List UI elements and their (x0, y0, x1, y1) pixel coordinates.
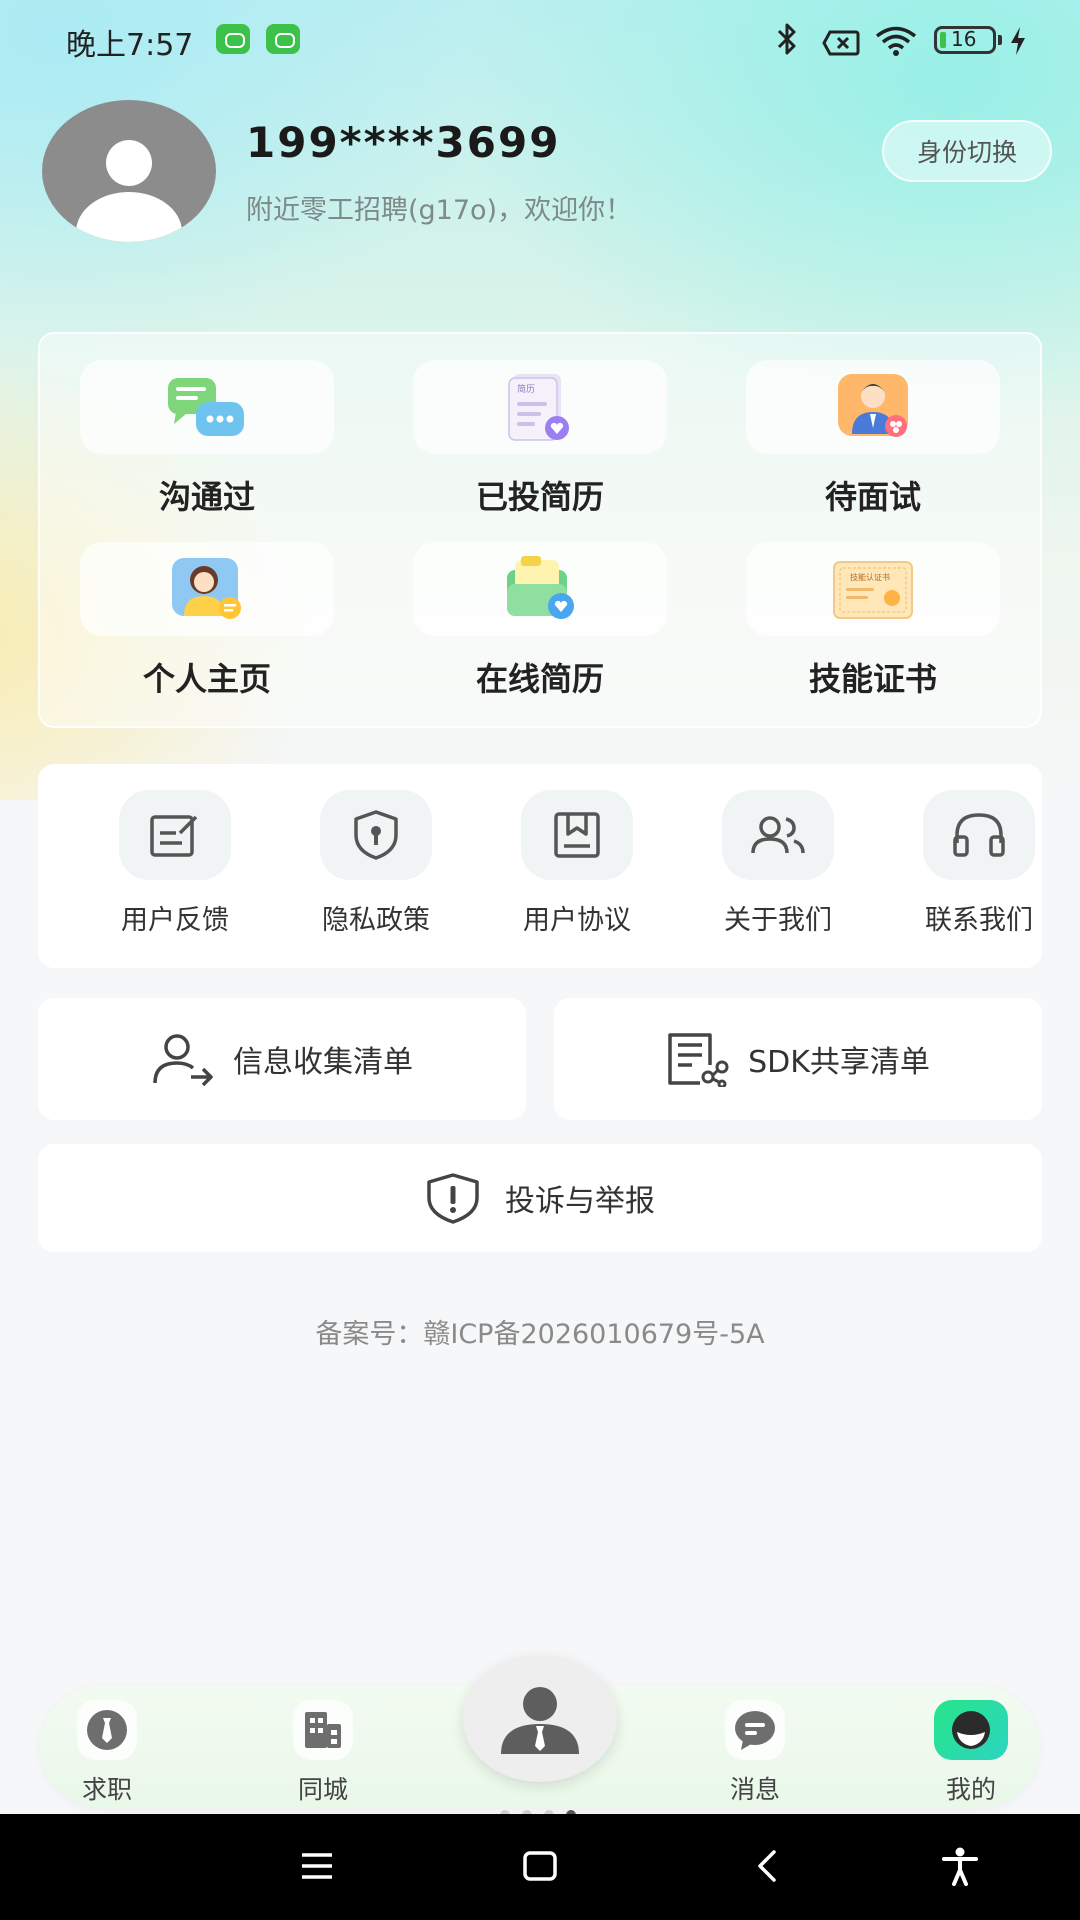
identity-switch-button[interactable]: 身份切换 (882, 120, 1052, 182)
resume-sent-icon: 简历 (508, 374, 569, 441)
settings-links-card: 用户反馈 隐私政策 用户协议 关于我们 联系我们 (38, 764, 1042, 968)
profile-person-icon (172, 558, 241, 619)
username: 199****3699 (246, 118, 561, 167)
tab-label: 求职 (81, 1775, 132, 1804)
quick-label: 个人主页 (142, 660, 271, 698)
agreement-icon (554, 812, 600, 858)
link-contact-us[interactable]: 联系我们 (894, 790, 1064, 937)
status-bar: 晚上7:57 16 (0, 0, 1080, 80)
tab-messages[interactable]: 消息 (700, 1700, 810, 1806)
link-feedback[interactable]: 用户反馈 (90, 790, 260, 937)
complaint-report-button[interactable]: 投诉与举报 (38, 1144, 1042, 1252)
avatar[interactable] (42, 100, 216, 242)
sim-off-icon (822, 30, 860, 56)
center-profile-button[interactable] (463, 1656, 617, 1782)
feedback-icon (150, 815, 198, 857)
menu-icon[interactable] (300, 1852, 334, 1880)
system-nav-bar (0, 1814, 1080, 1920)
complaint-label: 投诉与举报 (505, 1184, 655, 1219)
info-collection-label: 信息收集清单 (233, 1045, 413, 1080)
welcome-text: 附近零工招聘(g17o)，欢迎你！ (246, 195, 633, 226)
tab-label: 我的 (945, 1775, 996, 1804)
user-arrow-icon (153, 1034, 213, 1087)
privacy-shield-icon (354, 810, 398, 860)
chat-bubbles-icon (168, 378, 244, 436)
quick-label: 在线简历 (475, 660, 604, 698)
building-icon (305, 1712, 341, 1748)
quick-label: 沟通过 (158, 478, 255, 516)
interviewer-icon (838, 374, 908, 437)
sdk-sharing-label: SDK共享清单 (748, 1045, 930, 1080)
quick-item-certificate[interactable]: 技能认证书 技能证书 (746, 542, 1000, 700)
tab-job-search[interactable]: 求职 (52, 1700, 162, 1806)
svg-text:简历: 简历 (517, 383, 535, 395)
tab-label: 消息 (729, 1775, 780, 1804)
battery-level: 16 (951, 27, 977, 51)
battery-icon: 16 (934, 26, 1002, 54)
info-collection-button[interactable]: 信息收集清单 (38, 998, 526, 1120)
quick-item-pending-interview[interactable]: 待面试 (746, 360, 1000, 518)
quick-item-chatted[interactable]: 沟通过 (80, 360, 334, 518)
message-icon (735, 1711, 775, 1750)
tie-icon (87, 1710, 127, 1750)
tab-same-city[interactable]: 同城 (268, 1700, 378, 1806)
list-share-icon (668, 1033, 729, 1087)
quick-item-online-resume[interactable]: 在线简历 (413, 542, 667, 700)
link-user-agreement[interactable]: 用户协议 (492, 790, 662, 937)
accessibility-icon[interactable] (940, 1846, 980, 1886)
wechat-icon (266, 24, 300, 54)
link-label: 用户反馈 (121, 905, 229, 936)
home-icon[interactable] (522, 1850, 558, 1882)
tab-label: 同城 (297, 1775, 348, 1804)
icp-record: 备案号：赣ICP备2026010679号-5A (315, 1319, 765, 1350)
quick-item-homepage[interactable]: 个人主页 (80, 542, 334, 700)
charging-icon (1011, 27, 1025, 55)
quick-label: 技能证书 (808, 660, 937, 698)
quick-label: 待面试 (824, 478, 921, 516)
about-users-icon (751, 816, 805, 854)
shield-alert-icon (427, 1173, 479, 1224)
quick-label: 已投简历 (475, 478, 604, 516)
certificate-icon: 技能认证书 (833, 561, 913, 619)
wechat-icon (216, 24, 250, 54)
svg-text:技能认证书: 技能认证书 (850, 572, 890, 582)
wifi-icon (875, 26, 917, 56)
back-icon[interactable] (754, 1848, 780, 1884)
bluetooth-icon (777, 23, 796, 55)
link-label: 隐私政策 (322, 905, 430, 936)
link-about-us[interactable]: 关于我们 (693, 790, 863, 937)
tab-me[interactable]: 我的 (916, 1700, 1026, 1806)
status-time: 晚上7:57 (66, 28, 194, 63)
link-label: 联系我们 (925, 905, 1033, 936)
link-privacy-policy[interactable]: 隐私政策 (291, 790, 461, 937)
quick-item-resumes-sent[interactable]: 简历 已投简历 (413, 360, 667, 518)
link-label: 关于我们 (724, 905, 832, 936)
quick-actions-card: 沟通过 简历 已投简历 待面试 个人主页 在线简历 技能认证书 技能证书 (38, 332, 1042, 728)
me-icon (952, 1711, 990, 1749)
sdk-sharing-button[interactable]: SDK共享清单 (554, 998, 1042, 1120)
headset-icon (953, 813, 1005, 857)
link-label: 用户协议 (523, 905, 631, 936)
online-resume-icon (507, 556, 574, 619)
person-tie-icon (501, 1687, 579, 1754)
